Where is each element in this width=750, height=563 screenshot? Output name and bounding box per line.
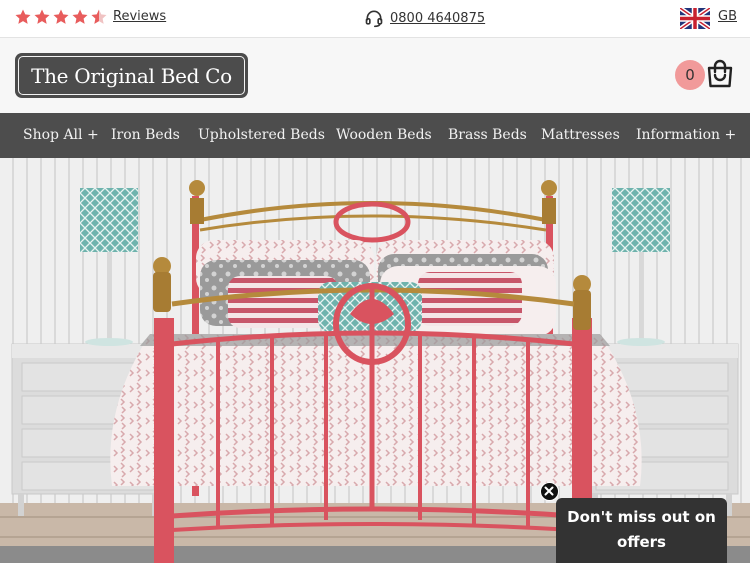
star-icon: [34, 9, 50, 24]
close-offers-button[interactable]: [540, 482, 559, 501]
shopping-bag-icon[interactable]: [706, 59, 734, 89]
phone-number[interactable]: 0800 4640875: [390, 11, 485, 26]
nav-shop-all[interactable]: Shop All +: [23, 113, 99, 158]
main-nav: Shop All + Iron Beds Upholstered Beds Wo…: [0, 113, 750, 158]
nav-information[interactable]: Information +: [636, 113, 736, 158]
reviews-link[interactable]: Reviews: [113, 9, 166, 24]
nav-brass-beds[interactable]: Brass Beds: [448, 113, 527, 158]
star-icon: [72, 9, 88, 24]
rating-stars[interactable]: [14, 8, 108, 26]
site-header: The Original Bed Co 0: [0, 38, 750, 113]
top-bar: Reviews 0800 4640875 GB: [0, 0, 750, 38]
headset-icon: [365, 10, 383, 28]
offers-line-2: offers: [617, 533, 666, 551]
cart-count-badge[interactable]: 0: [675, 60, 705, 90]
close-icon: [544, 486, 554, 496]
star-half-icon: [91, 9, 107, 24]
phone-contact[interactable]: 0800 4640875: [364, 8, 485, 28]
star-icon: [15, 9, 31, 24]
logo-frame: The Original Bed Co: [18, 56, 245, 95]
offers-popup[interactable]: Don't miss out on offers: [556, 498, 727, 563]
nav-iron-beds[interactable]: Iron Beds: [111, 113, 180, 158]
nav-upholstered-beds[interactable]: Upholstered Beds: [198, 113, 325, 158]
star-icon: [53, 9, 69, 24]
offers-line-1: Don't miss out on: [567, 508, 716, 526]
uk-flag-icon[interactable]: [680, 8, 710, 29]
logo-text: The Original Bed Co: [31, 63, 232, 88]
nav-wooden-beds[interactable]: Wooden Beds: [336, 113, 432, 158]
site-logo[interactable]: The Original Bed Co: [15, 53, 248, 98]
region-selector[interactable]: GB: [718, 9, 737, 24]
nav-mattresses[interactable]: Mattresses: [541, 113, 620, 158]
